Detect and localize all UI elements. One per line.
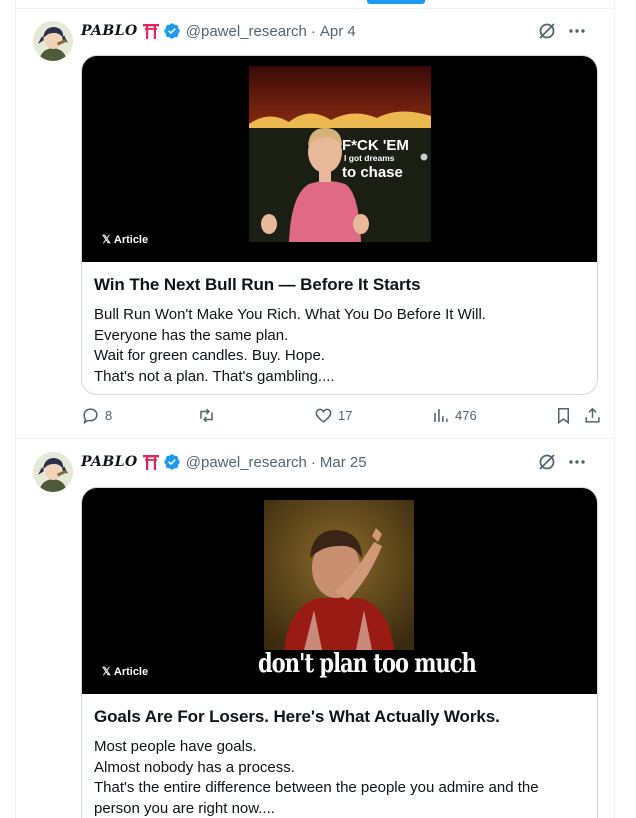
separator-dot: · — [310, 22, 316, 40]
view-count: 476 — [455, 408, 477, 423]
image-caption-line3: to chase — [342, 164, 403, 181]
article-badge: 𝕏 Article — [102, 233, 149, 247]
grok-icon[interactable] — [537, 21, 557, 41]
reply-icon — [83, 408, 98, 425]
article-image: F*CK 'EM I got dreams to chase — [249, 66, 431, 242]
retweet-button[interactable] — [197, 406, 221, 425]
excerpt-line: Wait for green candles. Buy. Hope. — [94, 347, 325, 364]
article-badge: 𝕏 Article — [102, 665, 149, 679]
article-title[interactable]: Win The Next Bull Run — Before It Starts — [94, 274, 589, 296]
grok-icon[interactable] — [537, 452, 557, 472]
excerpt-line: Everyone has the same plan. — [94, 326, 289, 344]
tweet-actions: 8 17 476 — [81, 406, 611, 428]
article-media[interactable]: don't plan too much 𝕏 Article — [82, 488, 597, 694]
article-badge-label: Article — [113, 665, 149, 678]
more-options-icon[interactable] — [567, 21, 587, 41]
verified-badge-icon — [164, 23, 180, 39]
author-handle[interactable]: @pawel_research — [186, 23, 307, 40]
article-card[interactable]: F*CK 'EM I got dreams to chase 𝕏 Article… — [81, 55, 598, 395]
timeline-column: PABLO @pawel_research · Apr 4 F*CK 'EM I… — [15, 0, 615, 818]
share-button[interactable] — [583, 406, 602, 425]
more-options-icon[interactable] — [567, 452, 587, 472]
bookmark-button[interactable] — [554, 406, 573, 425]
share-icon — [585, 407, 600, 423]
tweet[interactable]: PABLO @pawel_research · Mar 25 don't pla… — [16, 440, 614, 818]
article-body: Win The Next Bull Run — Before It Starts… — [94, 274, 589, 387]
reply-button[interactable]: 8 — [81, 406, 112, 425]
article-body: Goals Are For Losers. Here's What Actual… — [94, 706, 589, 818]
excerpt-line: That's the entire difference between the… — [94, 779, 539, 796]
article-excerpt: Bull Run Won't Make You Rich. What You D… — [94, 305, 589, 387]
tweet-date[interactable]: Mar 25 — [320, 454, 367, 471]
article-image — [264, 500, 414, 650]
author-name[interactable]: PABLO — [81, 454, 138, 470]
excerpt-line: person you are right now.... — [94, 799, 275, 817]
torii-gate-icon — [142, 453, 160, 471]
like-count: 17 — [338, 408, 353, 423]
article-badge-label: Article — [113, 233, 149, 246]
tweet-header: PABLO @pawel_research · Mar 25 — [81, 452, 601, 472]
retweet-icon — [200, 408, 213, 423]
author-handle[interactable]: @pawel_research — [186, 454, 307, 471]
tweet-header: PABLO @pawel_research · Apr 4 — [81, 21, 601, 41]
views-button[interactable]: 476 — [431, 406, 477, 425]
like-button[interactable]: 17 — [314, 406, 352, 425]
torii-gate-icon — [142, 22, 160, 40]
excerpt-line: That's not a plan. That's gambling.... — [94, 367, 335, 385]
excerpt-line: Almost nobody has a process. — [94, 758, 295, 776]
x-logo-icon: 𝕏 — [102, 666, 111, 678]
author-name[interactable]: PABLO — [81, 23, 138, 39]
image-caption-line1: F*CK 'EM — [342, 137, 409, 154]
article-media[interactable]: F*CK 'EM I got dreams to chase 𝕏 Article — [82, 56, 597, 262]
avatar[interactable] — [33, 452, 73, 492]
reply-count: 8 — [105, 408, 113, 423]
image-caption: don't plan too much — [258, 646, 477, 679]
excerpt-line: Bull Run Won't Make You Rich. What You D… — [94, 306, 486, 323]
separator-dot: · — [310, 453, 316, 471]
excerpt-line: Most people have goals. — [94, 738, 257, 755]
avatar[interactable] — [33, 21, 73, 61]
tweet-date[interactable]: Apr 4 — [320, 23, 356, 40]
article-title[interactable]: Goals Are For Losers. Here's What Actual… — [94, 706, 589, 728]
article-excerpt: Most people have goals. Almost nobody ha… — [94, 737, 589, 818]
analytics-icon — [434, 409, 448, 422]
x-logo-icon: 𝕏 — [102, 234, 111, 246]
article-card[interactable]: don't plan too much 𝕏 Article Goals Are … — [81, 487, 598, 818]
heart-icon — [315, 408, 332, 423]
verified-badge-icon — [164, 454, 180, 470]
bookmark-icon — [557, 408, 570, 425]
image-caption-line2: I got dreams — [344, 153, 395, 163]
tweet[interactable]: PABLO @pawel_research · Apr 4 F*CK 'EM I… — [16, 9, 614, 439]
active-tab-indicator — [367, 0, 425, 4]
